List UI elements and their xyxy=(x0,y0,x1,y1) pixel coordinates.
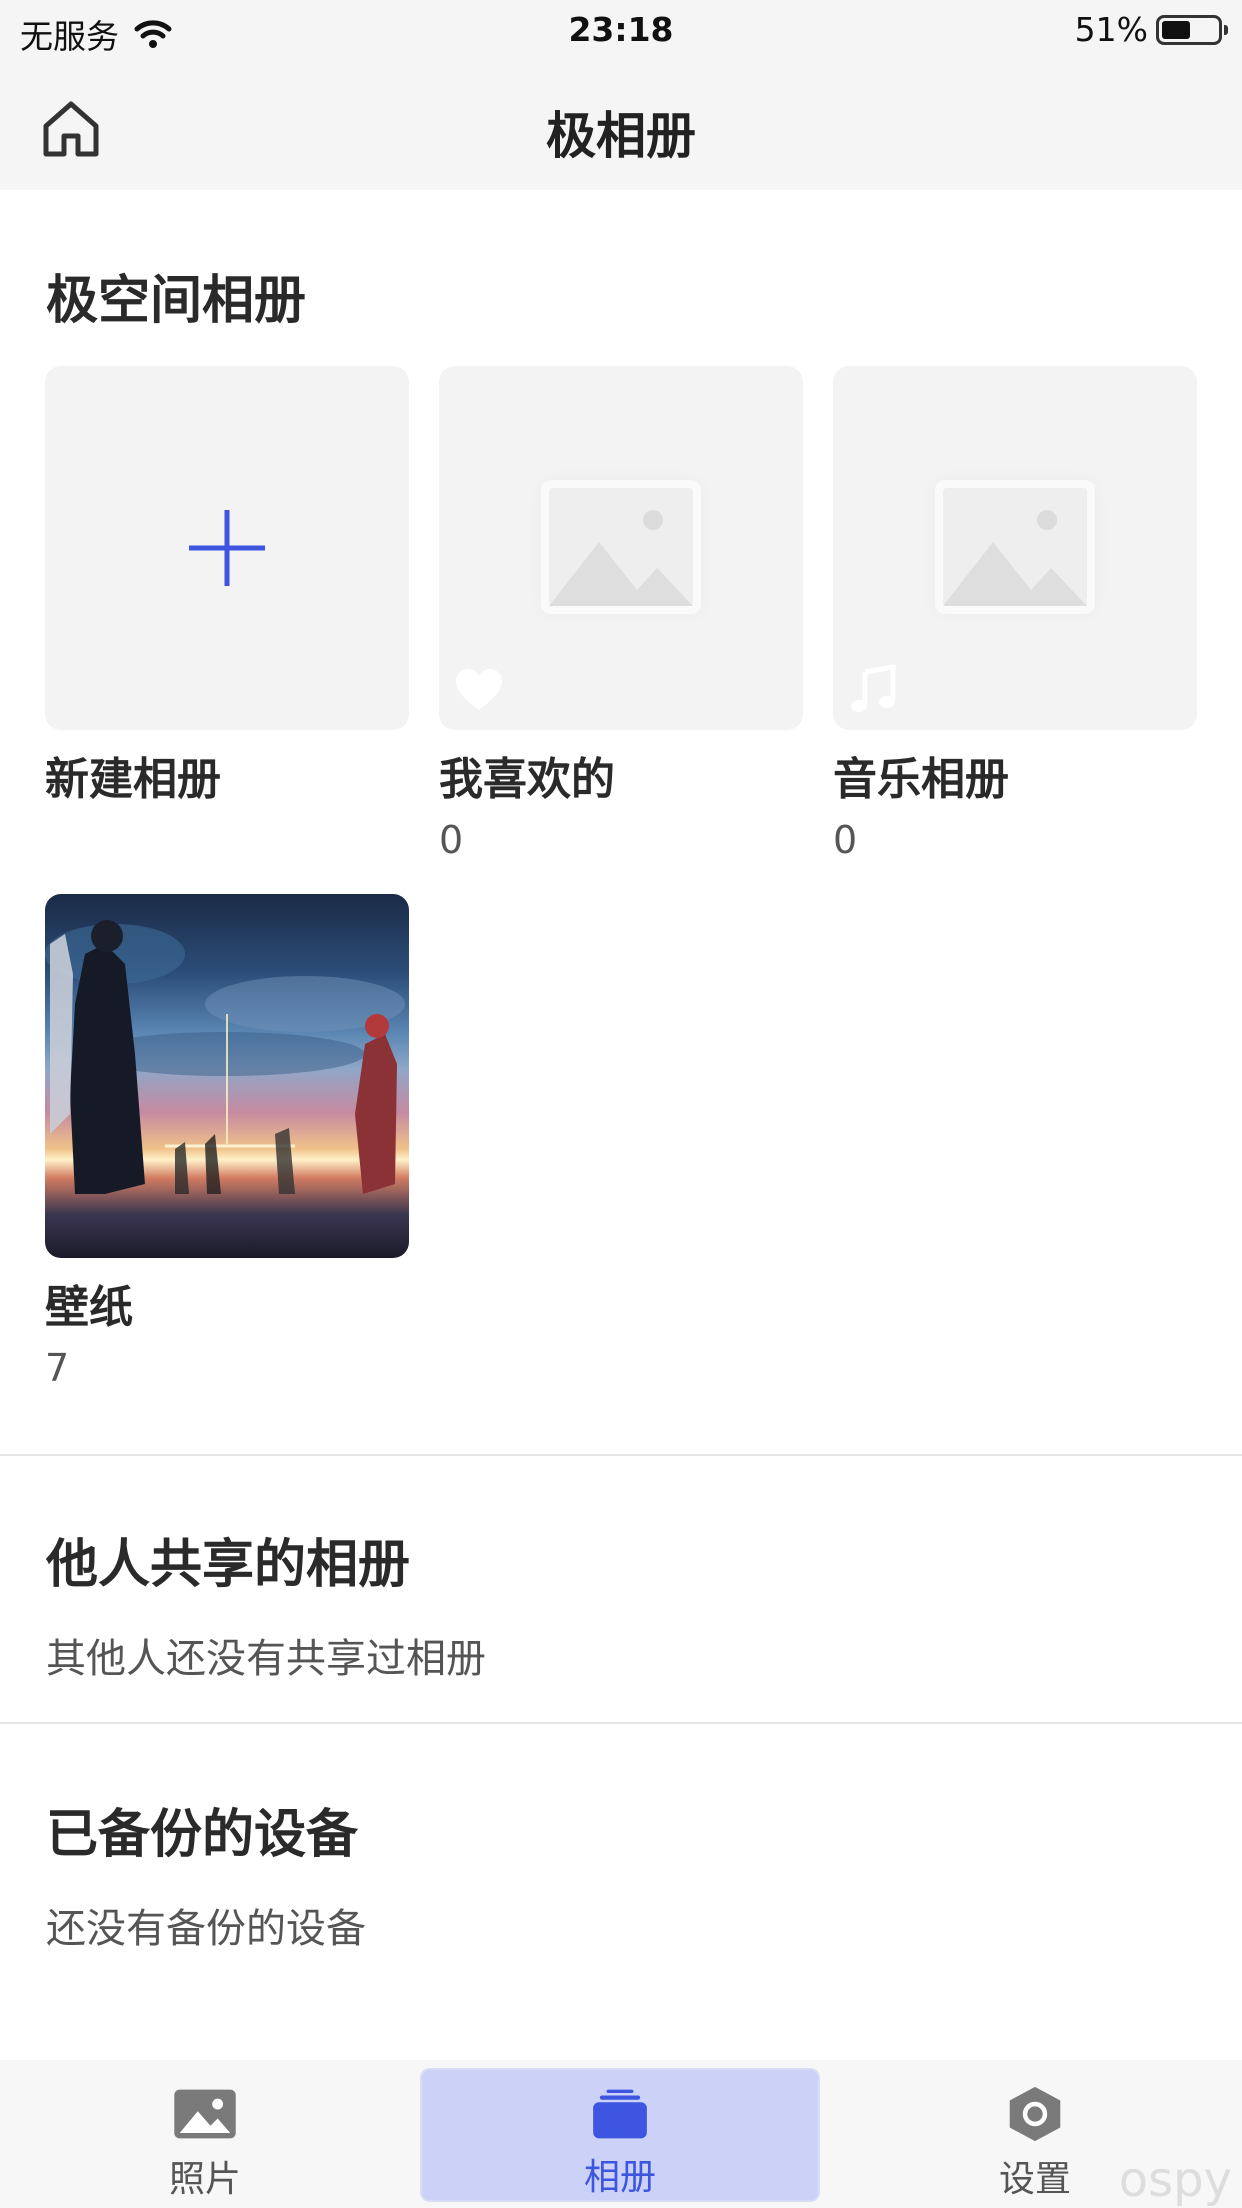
favorites-album-thumb[interactable] xyxy=(439,366,803,730)
page-title: 极相册 xyxy=(546,107,696,165)
favorites-album-tile[interactable]: 我喜欢的 0 xyxy=(439,366,803,864)
album-name: 新建相册 xyxy=(45,754,221,805)
album-count: 0 xyxy=(439,818,464,862)
backup-empty-text: 还没有备份的设备 xyxy=(46,1906,366,1952)
wallpaper-thumbnail[interactable] xyxy=(45,894,409,1258)
music-album-thumb[interactable] xyxy=(833,366,1197,730)
tab-label: 照片 xyxy=(168,2159,241,2200)
section-divider xyxy=(0,1454,1242,1456)
status-time: 23:18 xyxy=(568,10,674,49)
music-album-tile[interactable]: 音乐相册 0 xyxy=(833,366,1197,864)
battery-percent: 51% xyxy=(1074,10,1148,49)
photo-icon xyxy=(174,2089,236,2139)
backup-section-title: 已备份的设备 xyxy=(46,1805,359,1865)
image-placeholder-icon xyxy=(541,480,701,614)
new-album-thumb[interactable] xyxy=(45,366,409,730)
tab-label: 设置 xyxy=(998,2159,1071,2200)
albums-section-title: 极空间相册 xyxy=(46,271,307,331)
shared-empty-text: 其他人还没有共享过相册 xyxy=(46,1636,486,1682)
album-name: 壁纸 xyxy=(45,1282,133,1333)
tab-label: 相册 xyxy=(583,2157,656,2198)
wallpaper-scene xyxy=(45,920,405,1194)
album-count: 7 xyxy=(45,1346,70,1390)
album-count: 0 xyxy=(833,818,858,862)
section-divider xyxy=(0,1722,1242,1724)
status-bar: 无服务 23:18 51% xyxy=(0,0,1242,60)
bottom-nav: 照片 相册 设置 xyxy=(0,2060,1242,2208)
heart-icon xyxy=(456,669,502,710)
watermark-text: ospy xyxy=(1118,2152,1232,2208)
album-stack-icon xyxy=(593,2089,647,2139)
wallpaper-album-tile[interactable]: 壁纸 7 xyxy=(45,894,409,1392)
app-header: 极相册 xyxy=(0,60,1242,190)
tab-photos[interactable]: 照片 xyxy=(5,2068,405,2202)
battery-fill xyxy=(1162,20,1190,39)
new-album-tile[interactable]: 新建相册 xyxy=(45,366,409,808)
image-placeholder-icon xyxy=(935,480,1095,614)
plus-icon xyxy=(189,510,265,586)
shared-section-title: 他人共享的相册 xyxy=(46,1535,411,1595)
settings-hex-icon xyxy=(1009,2086,1061,2142)
battery-icon xyxy=(1156,14,1228,45)
tab-albums[interactable]: 相册 xyxy=(420,2068,820,2202)
album-name: 我喜欢的 xyxy=(439,754,615,805)
status-right: 51% xyxy=(1074,10,1228,49)
music-note-icon xyxy=(851,664,896,712)
album-name: 音乐相册 xyxy=(833,754,1009,805)
